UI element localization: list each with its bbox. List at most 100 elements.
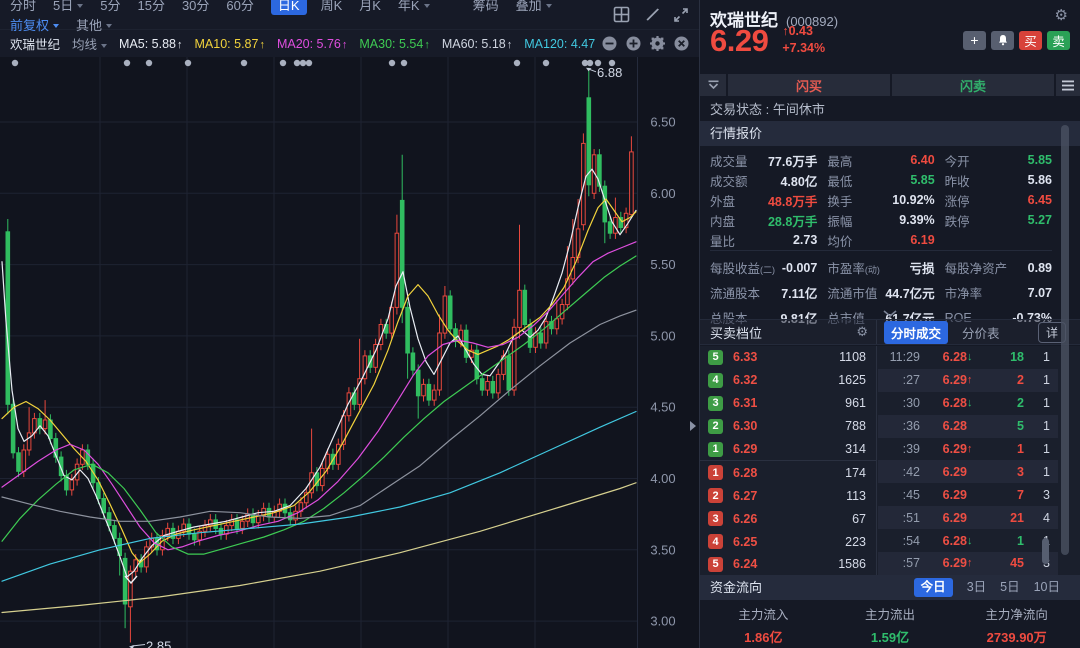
quote-value: 48.8万手 bbox=[768, 191, 817, 210]
flash-sell-button[interactable]: 闪卖 bbox=[892, 74, 1054, 96]
period-tab-日K[interactable]: 日K bbox=[271, 0, 307, 15]
level-volume: 113 bbox=[846, 489, 866, 503]
event-marker-dot[interactable] bbox=[124, 60, 130, 66]
event-marker-dot[interactable] bbox=[300, 60, 306, 66]
chart-settings-icon[interactable] bbox=[650, 36, 665, 51]
period-tab-30分[interactable]: 30分 bbox=[182, 0, 209, 13]
orderbook-settings-icon[interactable]: ⚙ bbox=[856, 324, 868, 340]
period-tab-60分[interactable]: 60分 bbox=[226, 0, 253, 13]
event-marker-dot[interactable] bbox=[280, 60, 286, 66]
quote-label: 振幅 bbox=[827, 211, 852, 230]
ask-row[interactable]: 36.31961 bbox=[700, 392, 876, 415]
fullscreen-icon[interactable] bbox=[673, 7, 689, 23]
ask-row[interactable]: 56.331108 bbox=[700, 346, 876, 369]
toolbar-icons bbox=[613, 6, 689, 23]
bid-level-badge: 1 bbox=[708, 465, 723, 480]
quote-field: 内盘28.8万手 bbox=[710, 210, 817, 230]
price-row: 6.29 ↑0.43 +7.34% + 买 卖 bbox=[710, 24, 1070, 56]
fund-label: 每股收益(二) bbox=[710, 258, 775, 277]
legend-icons bbox=[602, 36, 689, 51]
candle bbox=[214, 520, 218, 529]
bid-row[interactable]: 16.28174 bbox=[700, 461, 876, 484]
event-marker-dot[interactable] bbox=[306, 60, 312, 66]
panel-scrollbar[interactable] bbox=[1061, 125, 1069, 555]
money-flow-stats: 主力流入1.86亿主力流出1.59亿主力净流向2739.90万 bbox=[700, 604, 1080, 646]
flow-tab-今日[interactable]: 今日 bbox=[914, 578, 953, 597]
event-marker-dot[interactable] bbox=[294, 60, 300, 66]
bid-level-badge: 5 bbox=[708, 557, 723, 572]
tick-count: 1 bbox=[1024, 442, 1050, 456]
panel-collapse-arrow[interactable] bbox=[690, 421, 696, 431]
bid-row[interactable]: 26.27113 bbox=[700, 484, 876, 507]
level-volume: 1586 bbox=[838, 557, 866, 571]
menu-icon[interactable] bbox=[1056, 74, 1080, 96]
event-marker-dot[interactable] bbox=[146, 60, 152, 66]
sell-button[interactable]: 卖 bbox=[1047, 31, 1070, 50]
level-volume: 314 bbox=[845, 442, 866, 456]
flash-trade-row: 闪买 闪卖 bbox=[700, 74, 1080, 96]
tick-time: :36 bbox=[882, 419, 920, 433]
period-tab-叠加[interactable]: 叠加 bbox=[516, 0, 552, 13]
event-marker-dot[interactable] bbox=[514, 60, 520, 66]
buy-button[interactable]: 买 bbox=[1019, 31, 1042, 50]
add-watchlist-button[interactable]: + bbox=[963, 31, 986, 50]
period-tab-年K[interactable]: 年K bbox=[398, 0, 430, 13]
ma-selector[interactable]: 均线 bbox=[72, 34, 107, 53]
event-marker-dot[interactable] bbox=[185, 60, 191, 66]
event-marker-dot[interactable] bbox=[241, 60, 247, 66]
bid-row[interactable]: 56.241586 bbox=[700, 553, 876, 576]
candlestick-chart[interactable]: 6.506.005.505.004.504.003.503.006.882.85 bbox=[0, 57, 699, 648]
tick-row: :366.2851 bbox=[878, 415, 1058, 438]
tick-volume: 21 bbox=[979, 511, 1024, 525]
panel-settings-icon[interactable]: ⚙ bbox=[1055, 6, 1068, 24]
tab-分价表[interactable]: 分价表 bbox=[962, 323, 1000, 342]
ma-legend-item: MA30: 5.54↑ bbox=[359, 37, 429, 51]
period-tab-15分[interactable]: 15分 bbox=[137, 0, 164, 13]
tick-volume: 5 bbox=[979, 419, 1024, 433]
close-icon[interactable] bbox=[674, 36, 689, 51]
alert-bell-button[interactable] bbox=[991, 31, 1014, 50]
period-tab-分时[interactable]: 分时 bbox=[10, 0, 36, 13]
flow-tab-10日[interactable]: 10日 bbox=[1034, 581, 1060, 594]
flow-tab-3日[interactable]: 3日 bbox=[967, 581, 986, 594]
collapse-panel-icon[interactable] bbox=[700, 74, 726, 96]
flow-stat-label: 主力流出 bbox=[827, 604, 954, 623]
quote-field: 振幅9.39% bbox=[827, 210, 934, 230]
ticks-scrollbar[interactable] bbox=[1042, 538, 1049, 564]
draw-brush-icon[interactable] bbox=[643, 6, 660, 23]
event-marker-dot[interactable] bbox=[543, 60, 549, 66]
period-tab-5分[interactable]: 5分 bbox=[100, 0, 120, 13]
chevron-down-icon bbox=[424, 4, 430, 8]
tick-price: 6.29 bbox=[927, 442, 967, 456]
flash-buy-button[interactable]: 闪买 bbox=[728, 74, 890, 96]
ask-row[interactable]: 46.321625 bbox=[700, 369, 876, 392]
event-marker-dot[interactable] bbox=[389, 60, 395, 66]
ask-row[interactable]: 26.30788 bbox=[700, 415, 876, 438]
ma-legend-item: MA5: 5.88↑ bbox=[119, 37, 182, 51]
event-marker-dot[interactable] bbox=[401, 60, 407, 66]
tick-down-arrow: ↓ bbox=[967, 535, 979, 547]
tab-分时成交[interactable]: 分时成交 bbox=[884, 321, 948, 344]
period-tab-前复权[interactable]: 前复权 bbox=[10, 18, 59, 33]
period-tab-其他[interactable]: 其他 bbox=[76, 18, 112, 33]
quote-value: 77.6万手 bbox=[768, 151, 817, 170]
zoom-out-icon[interactable] bbox=[602, 36, 617, 51]
period-tab-5日[interactable]: 5日 bbox=[53, 0, 83, 13]
quote-field: 最低5.85 bbox=[827, 170, 934, 190]
bid-row[interactable]: 46.25223 bbox=[700, 530, 876, 553]
layout-grid-icon[interactable] bbox=[613, 6, 630, 23]
tick-time: :30 bbox=[882, 396, 920, 410]
quote-value: 10.92% bbox=[892, 193, 934, 207]
tick-time: :54 bbox=[882, 534, 920, 548]
period-tab-筹码[interactable]: 筹码 bbox=[473, 0, 499, 13]
ask-row[interactable]: 16.29314 bbox=[700, 438, 876, 461]
event-marker-dot[interactable] bbox=[587, 60, 593, 66]
period-tab-周K[interactable]: 周K bbox=[321, 0, 343, 13]
bid-row[interactable]: 36.2667 bbox=[700, 507, 876, 530]
quote-header: 欢瑞世纪 (000892) ⚙ 6.29 ↑0.43 +7.34% + 买 卖 bbox=[700, 0, 1080, 70]
period-tab-月K[interactable]: 月K bbox=[359, 0, 381, 13]
tick-row: :306.28↓21 bbox=[878, 392, 1058, 415]
event-marker-dot[interactable] bbox=[12, 60, 18, 66]
zoom-in-icon[interactable] bbox=[626, 36, 641, 51]
flow-tab-5日[interactable]: 5日 bbox=[1000, 581, 1019, 594]
